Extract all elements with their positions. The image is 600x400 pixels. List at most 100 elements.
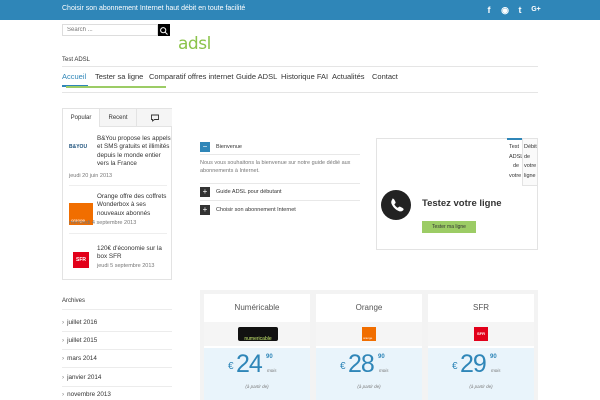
- search-input[interactable]: [63, 25, 157, 35]
- top-bar: Choisir son abonnement Internet haut déb…: [0, 0, 600, 20]
- post-divider: [69, 233, 167, 234]
- accordion-title-guide[interactable]: Guide ADSL pour débutant: [216, 189, 282, 195]
- pricing-column: Numéricable numericable € 24 90 mois (à …: [204, 294, 310, 400]
- nav-item-accueil[interactable]: Accueil: [62, 72, 86, 81]
- plus-icon[interactable]: +: [200, 205, 210, 215]
- nav-item-guide-adsl[interactable]: Guide ADSL: [236, 72, 277, 81]
- welcome-text: Nous vous souhaitons la bienvenue sur no…: [200, 160, 351, 174]
- nav-item-tester-sa-ligne[interactable]: Tester sa ligne: [95, 72, 143, 81]
- price-currency: €: [228, 361, 234, 372]
- post-date: jeudi 20 juin 2013: [69, 173, 113, 179]
- archive-link[interactable]: › janvier 2014: [62, 374, 172, 381]
- archive-label: mars 2014: [67, 355, 97, 362]
- search-box: [62, 24, 158, 36]
- nav-divider: [62, 92, 538, 93]
- side-panel-label[interactable]: Débit de votre ligne: [524, 143, 537, 181]
- twitter-icon[interactable]: t: [513, 3, 527, 17]
- price-currency: €: [340, 361, 346, 372]
- offer-logo-row: numericable: [204, 322, 310, 346]
- archive-divider: [62, 367, 172, 368]
- side-panel-line: Débit: [524, 144, 537, 150]
- post-date: mercredi 4 septembre 2013: [69, 220, 137, 226]
- list-item[interactable]: SFR 120€ d'économie sur la box SFR jeudi…: [69, 245, 169, 275]
- list-item[interactable]: B&YOU B&You propose les appels et SMS gr…: [69, 135, 171, 181]
- price-cents: 90: [378, 354, 385, 360]
- list-item[interactable]: orange Orange offre des coffrets Wonderb…: [69, 193, 169, 233]
- tab-comments[interactable]: [137, 109, 172, 127]
- post-thumbnail: SFR: [69, 249, 93, 271]
- post-divider: [69, 185, 167, 186]
- sfr-logo: SFR: [474, 327, 488, 341]
- chevron-right-icon: ›: [62, 355, 65, 362]
- price-currency: €: [452, 361, 458, 372]
- archive-link[interactable]: › novembre 2013: [62, 391, 172, 398]
- price-amount: 29: [460, 350, 487, 378]
- nav-item-comparatif[interactable]: Comparatif offres internet: [149, 72, 234, 81]
- header-divider: [62, 66, 538, 67]
- price-period: mois: [267, 368, 277, 373]
- price-period: mois: [379, 368, 389, 373]
- accordion-title-bienvenue[interactable]: Bienvenue: [216, 144, 242, 150]
- chevron-right-icon: ›: [62, 337, 65, 344]
- pricing-column: Orange orange € 28 90 mois (à partir de): [316, 294, 422, 400]
- accordion-title-choisir[interactable]: Choisir son abonnement Internet: [216, 207, 296, 213]
- post-title[interactable]: B&You propose les appels et SMS gratuits…: [97, 135, 171, 168]
- post-date: jeudi 5 septembre 2013: [97, 263, 155, 269]
- side-panel-line: votre: [524, 163, 537, 169]
- offer-name: Orange: [355, 303, 383, 312]
- offer-price[interactable]: € 24 90 mois (à partir de): [204, 348, 310, 400]
- comments-icon: [150, 114, 159, 122]
- offer-logo-text: orange: [363, 336, 373, 340]
- chevron-right-icon: ›: [62, 319, 65, 326]
- post-thumb-text: SFR: [73, 252, 89, 268]
- plus-icon[interactable]: +: [200, 187, 210, 197]
- side-panel-line: ligne: [524, 172, 536, 179]
- pricing-table: Numéricable numericable € 24 90 mois (à …: [200, 290, 538, 400]
- facebook-icon[interactable]: f: [482, 3, 496, 17]
- offer-price[interactable]: € 29 90 mois (à partir de): [428, 348, 534, 400]
- site-logo[interactable]: adsl: [178, 34, 211, 54]
- nav-item-actualites[interactable]: Actualités: [332, 72, 365, 81]
- nav-item-historique-fai[interactable]: Historique FAI: [281, 72, 328, 81]
- archive-label: novembre 2013: [67, 391, 111, 398]
- search-button[interactable]: [158, 24, 170, 36]
- archive-label: janvier 2014: [67, 374, 102, 381]
- archive-divider: [62, 349, 172, 350]
- archive-link[interactable]: › mars 2014: [62, 355, 172, 362]
- numericable-logo: numericable: [238, 327, 278, 342]
- price-from: (à partir de): [357, 384, 381, 389]
- test-line-title: Testez votre ligne: [422, 198, 502, 209]
- offer-name: Numéricable: [234, 303, 280, 312]
- archive-label: juillet 2015: [67, 337, 98, 344]
- price-amount: 24: [236, 350, 263, 378]
- price-period: mois: [491, 368, 501, 373]
- side-panel-line: de: [524, 153, 531, 160]
- offer-price[interactable]: € 28 90 mois (à partir de): [316, 348, 422, 400]
- google-plus-icon[interactable]: G+: [529, 3, 543, 17]
- price-amount: 28: [348, 350, 375, 378]
- chevron-right-icon: ›: [62, 374, 65, 381]
- site-tagline: Choisir son abonnement Internet haut déb…: [62, 5, 246, 12]
- price-cents: 90: [490, 354, 497, 360]
- minus-icon[interactable]: −: [200, 142, 210, 152]
- offer-logo-text: numericable: [244, 336, 272, 342]
- archive-divider: [62, 309, 172, 310]
- archive-link[interactable]: › juillet 2016: [62, 319, 172, 326]
- site-label[interactable]: Test ADSL: [62, 57, 90, 63]
- post-title[interactable]: 120€ d'économie sur la box SFR: [97, 245, 171, 262]
- tab-popular[interactable]: Popular: [63, 109, 100, 127]
- offer-name: SFR: [473, 303, 489, 312]
- pricing-column: SFR SFR € 29 90 mois (à partir de): [428, 294, 534, 400]
- side-tab-indicator: [507, 138, 523, 140]
- post-title[interactable]: Orange offre des coffrets Wonderbox à se…: [97, 193, 171, 218]
- nav-item-contact[interactable]: Contact: [372, 72, 398, 81]
- offer-logo-row: orange: [316, 322, 422, 346]
- rss-icon[interactable]: ◉: [498, 3, 512, 17]
- post-thumb-text: B&YOU: [69, 144, 88, 150]
- accordion-divider: [200, 154, 360, 155]
- post-thumbnail: B&YOU: [69, 137, 93, 159]
- accordion-divider: [200, 200, 360, 201]
- test-line-button[interactable]: Tester ma ligne: [422, 221, 476, 233]
- archive-link[interactable]: › juillet 2015: [62, 337, 172, 344]
- tab-recent[interactable]: Recent: [100, 109, 137, 127]
